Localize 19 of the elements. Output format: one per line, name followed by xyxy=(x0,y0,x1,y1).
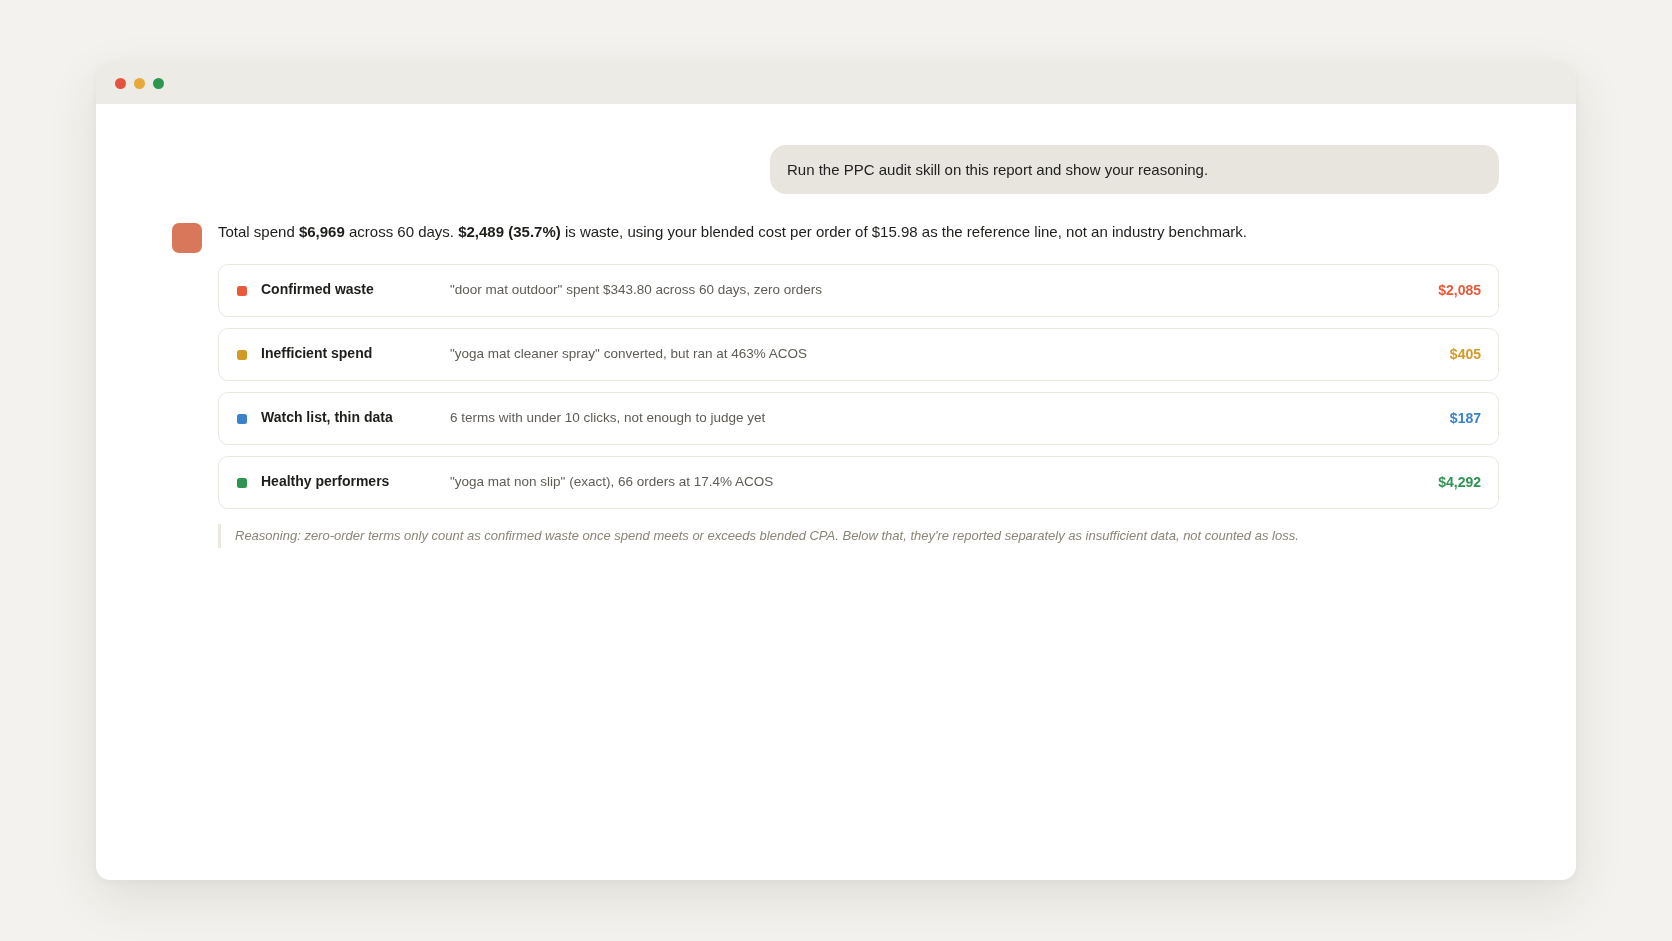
summary-text: Total spend $6,969 across 60 days. $2,489 (35.7%) is waste, using your blended cost per order of $15.98 as the reference line, not an industry benchmark. xyxy=(218,222,1248,242)
user-message-bubble: Run the PPC audit skill on this report and show your reasoning. xyxy=(770,145,1499,194)
category-amount: $187 xyxy=(1449,409,1481,428)
category-description: "yoga mat cleaner spray" converted, but ran at 463% ACOS xyxy=(450,345,809,364)
assistant-avatar-icon xyxy=(172,223,202,253)
reasoning-note: Reasoning: zero-order terms only count as confirmed waste once spend meets or exceeds blended CPA. Below that, they're reported separately as insufficient data, not counted as loss. xyxy=(218,524,1499,548)
category-amount: $4,292 xyxy=(1438,473,1481,492)
window-maximize-icon[interactable] xyxy=(153,77,164,89)
category-label: Healthy performers xyxy=(261,472,391,491)
window-close-icon[interactable] xyxy=(115,77,126,89)
category-label: Confirmed waste xyxy=(261,280,375,299)
category-label: Inefficient spend xyxy=(261,344,374,363)
category-description: "yoga mat non slip" (exact), 66 orders at 17.4% ACOS xyxy=(450,473,775,492)
category-description: 6 terms with under 10 clicks, not enough to judge yet xyxy=(450,409,767,428)
window-minimize-icon[interactable] xyxy=(134,77,145,89)
category-label: Watch list, thin data xyxy=(261,408,394,427)
category-amount: $2,085 xyxy=(1438,281,1481,300)
category-amount: $405 xyxy=(1449,345,1481,364)
category-description: "door mat outdoor" spent $343.80 across 60 days, zero orders xyxy=(450,281,824,300)
